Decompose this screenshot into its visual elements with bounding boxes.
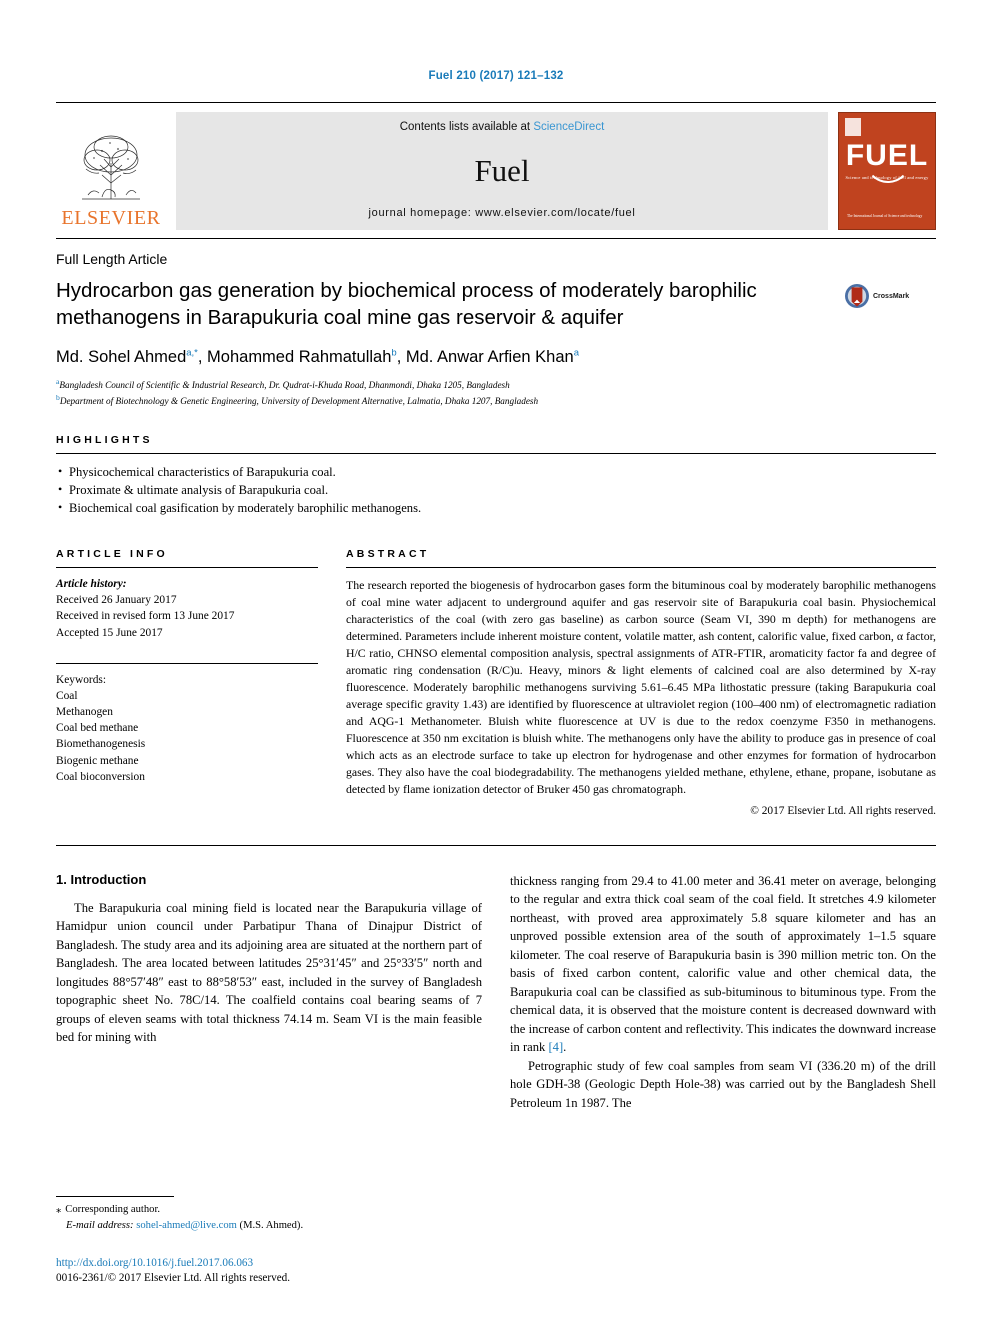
- author-list: Md. Sohel Ahmeda,*, Mohammed Rahmatullah…: [56, 347, 579, 367]
- contents-prefix: Contents lists available at: [399, 121, 531, 133]
- footnote-area: ⁎ Corresponding author. E-mail address: s…: [56, 1195, 476, 1287]
- crossmark-label: CrossMark: [873, 292, 910, 300]
- article-history-item: Accepted 15 June 2017: [56, 626, 163, 639]
- cover-footer-text: The International Journal of Science and…: [847, 213, 923, 218]
- paragraph-tail: .: [563, 1040, 567, 1055]
- article-info-heading: ARTICLE INFO: [56, 547, 168, 560]
- abstract-heading: ABSTRACT: [346, 547, 430, 560]
- paragraph: Petrographic study of few coal samples f…: [510, 1058, 936, 1110]
- keyword-item: Methanogen: [56, 706, 113, 719]
- journal-homepage-line[interactable]: journal homepage: www.elsevier.com/locat…: [369, 207, 636, 219]
- article-history-item: Received 26 January 2017: [56, 594, 177, 607]
- section-heading-introduction: 1. Introduction: [56, 871, 147, 887]
- article-info-column: ARTICLE INFO Article history: Received 2…: [56, 548, 346, 817]
- abstract-rule: [346, 566, 936, 568]
- article-type-label: Full Length Article: [56, 251, 168, 267]
- sciencedirect-link[interactable]: ScienceDirect: [533, 121, 604, 133]
- abstract-column: ABSTRACT The research reported the bioge…: [346, 548, 936, 817]
- page-title: Hydrocarbon gas generation by biochemica…: [56, 279, 757, 330]
- keyword-item: Coal: [56, 689, 78, 702]
- elsevier-wordmark: ELSEVIER: [61, 207, 161, 229]
- doi-block: http://dx.doi.org/10.1016/j.fuel.2017.06…: [56, 1256, 476, 1287]
- body-top-rule: [56, 844, 936, 846]
- running-head: Fuel 210 (2017) 121–132: [428, 70, 564, 82]
- journal-title: Fuel: [474, 152, 530, 188]
- corresponding-author-marker: ⁎: [56, 1203, 62, 1215]
- affiliation-item: aBangladesh Council of Scientific & Indu…: [56, 376, 936, 392]
- keyword-item: Biogenic methane: [56, 754, 139, 767]
- journal-article-page: Fuel 210 (2017) 121–132 ELSEVIER Content…: [0, 0, 992, 1323]
- citation-link[interactable]: [4]: [548, 1040, 563, 1054]
- corresponding-author-text: Corresponding author.: [65, 1203, 161, 1215]
- keywords-label: Keywords:: [56, 673, 106, 686]
- paragraph: thickness ranging from 29.4 to 41.00 met…: [510, 872, 936, 1057]
- title-row: Hydrocarbon gas generation by biochemica…: [56, 277, 936, 331]
- paragraph: The Barapukuria coal mining field is loc…: [56, 900, 482, 1045]
- highlights-section: HIGHLIGHTS Physicochemical characteristi…: [56, 434, 936, 518]
- article-info-rule: [56, 566, 318, 568]
- article-history-item: Received in revised form 13 June 2017: [56, 610, 235, 623]
- contents-available-line: Contents lists available at ScienceDirec…: [400, 121, 605, 133]
- doi-link[interactable]: http://dx.doi.org/10.1016/j.fuel.2017.06…: [56, 1256, 476, 1272]
- highlights-heading: HIGHLIGHTS: [56, 434, 153, 447]
- abstract-copyright: © 2017 Elsevier Ltd. All rights reserved…: [750, 804, 936, 817]
- cover-subtitle: Science and technology of fuel and energ…: [845, 175, 929, 180]
- affiliation-text: Department of Biotechnology & Genetic En…: [59, 396, 539, 406]
- article-history-block: Article history: Received 26 January 201…: [56, 576, 318, 641]
- list-item: Proximate & ultimate analysis of Barapuk…: [56, 481, 936, 500]
- email-owner: (M.S. Ahmed).: [239, 1219, 304, 1231]
- affiliation-item: bDepartment of Biotechnology & Genetic E…: [56, 392, 936, 408]
- list-item: Physicochemical characteristics of Barap…: [56, 463, 936, 482]
- keywords-block: Keywords: Coal Methanogen Coal bed metha…: [56, 672, 318, 785]
- elsevier-logo: ELSEVIER: [56, 112, 166, 230]
- paragraph-text: thickness ranging from 29.4 to 41.00 met…: [510, 873, 936, 1055]
- corresponding-author-note: ⁎ Corresponding author.: [56, 1202, 476, 1218]
- journal-band: Contents lists available at ScienceDirec…: [176, 112, 828, 230]
- crossmark-icon: [845, 284, 869, 308]
- crossmark-badge[interactable]: CrossMark: [844, 277, 936, 309]
- keyword-item: Coal bed methane: [56, 722, 139, 735]
- body-column-left: 1. Introduction The Barapukuria coal min…: [56, 872, 482, 1113]
- email-note: E-mail address: sohel-ahmed@live.com (M.…: [56, 1218, 476, 1234]
- affiliation-text: Bangladesh Council of Scientific & Indus…: [59, 379, 510, 390]
- article-history-label: Article history:: [56, 577, 127, 590]
- cover-elsevier-mini-icon: [845, 118, 861, 136]
- highlights-rule: [56, 453, 936, 455]
- email-label: E-mail address:: [66, 1219, 134, 1231]
- abstract-text: The research reported the biogenesis of …: [346, 577, 936, 796]
- affiliation-list: aBangladesh Council of Scientific & Indu…: [56, 376, 936, 409]
- body-columns: 1. Introduction The Barapukuria coal min…: [56, 872, 936, 1113]
- issn-copyright-line: 0016-2361/© 2017 Elsevier Ltd. All right…: [56, 1272, 291, 1285]
- keywords-rule: [56, 662, 318, 664]
- keyword-item: Coal bioconversion: [56, 770, 145, 783]
- journal-masthead: ELSEVIER Contents lists available at Sci…: [56, 102, 936, 230]
- journal-cover-thumbnail[interactable]: FUEL Science and technology of fuel and …: [838, 112, 936, 230]
- keyword-item: Biomethanogenesis: [56, 738, 146, 751]
- body-column-right: thickness ranging from 29.4 to 41.00 met…: [510, 872, 936, 1113]
- highlights-list: Physicochemical characteristics of Barap…: [56, 463, 936, 518]
- elsevier-tree-icon: [82, 135, 140, 200]
- footnote-rule: [56, 1195, 174, 1197]
- list-item: Biochemical coal gasification by moderat…: [56, 499, 936, 518]
- info-abstract-row: ARTICLE INFO Article history: Received 2…: [56, 548, 936, 817]
- masthead-bottom-rule: [56, 238, 936, 239]
- email-link[interactable]: sohel-ahmed@live.com: [136, 1220, 237, 1231]
